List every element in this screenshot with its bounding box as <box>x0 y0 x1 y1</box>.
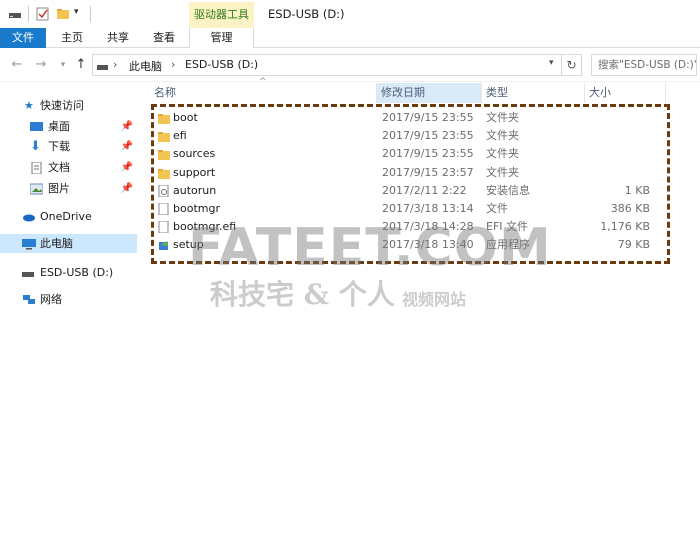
refresh-icon[interactable]: ↻ <box>562 54 582 76</box>
desktop-icon <box>30 120 43 132</box>
nav-label: 文档 <box>48 161 70 174</box>
divider <box>90 6 91 22</box>
nav-label: 下载 <box>48 140 70 153</box>
nav-downloads[interactable]: ⬇ 下载 📌 <box>0 137 137 156</box>
breadcrumb-usb[interactable]: ESD-USB (D:) <box>185 58 258 71</box>
nav-label: 此电脑 <box>40 237 73 250</box>
nav-onedrive[interactable]: OneDrive <box>0 207 137 226</box>
address-bar[interactable]: › 此电脑 › ESD-USB (D:) ▾ <box>92 54 562 76</box>
watermark-subtitle: 视频网站 <box>402 290 467 309</box>
nav-network[interactable]: 网络 <box>0 290 137 309</box>
pin-icon[interactable]: 📌 <box>121 158 133 177</box>
tab-share[interactable]: 共享 <box>98 28 138 48</box>
pin-icon[interactable]: 📌 <box>121 117 133 136</box>
nav-label: 桌面 <box>48 120 70 133</box>
nav-label: OneDrive <box>40 210 92 223</box>
breadcrumb-this-pc[interactable]: 此电脑 <box>129 58 162 74</box>
nav-documents[interactable]: 文档 📌 <box>0 158 137 177</box>
navigation-pane: ★ 快速访问 桌面 📌 ⬇ 下载 📌 文档 📌 图片 📌 OneDrive 此电… <box>0 83 140 555</box>
drive-icon[interactable] <box>8 7 22 21</box>
new-folder-icon[interactable] <box>56 7 70 21</box>
column-divider[interactable] <box>665 83 666 103</box>
nav-label: 图片 <box>48 182 70 195</box>
drive-icon <box>97 61 109 74</box>
back-arrow-icon[interactable]: ← <box>8 56 26 74</box>
breadcrumb-separator: › <box>171 58 176 71</box>
tab-view[interactable]: 查看 <box>144 28 184 48</box>
tab-file[interactable]: 文件 <box>0 28 46 48</box>
drive-icon <box>22 266 35 278</box>
watermark-domain: FATEET.COM <box>188 218 552 278</box>
customize-dropdown-icon[interactable]: ▾ <box>74 7 79 17</box>
forward-arrow-icon[interactable]: → <box>32 56 50 74</box>
properties-icon[interactable] <box>36 7 50 21</box>
column-header-type[interactable]: 类型 <box>482 83 584 103</box>
divider <box>28 6 29 22</box>
column-header-name[interactable]: 名称 <box>150 83 376 103</box>
cloud-icon <box>22 210 35 222</box>
nav-label: 快速访问 <box>40 99 84 112</box>
up-arrow-icon[interactable]: ↑ <box>72 56 90 74</box>
address-row: ← → ▾ ↑ › 此电脑 › ESD-USB (D:) ▾ ↻ 搜索"ESD-… <box>0 48 700 82</box>
recent-locations-icon[interactable]: ▾ <box>54 56 72 74</box>
column-header-date[interactable]: 修改日期 <box>377 83 481 103</box>
nav-desktop[interactable]: 桌面 📌 <box>0 117 137 136</box>
tab-home[interactable]: 主页 <box>50 28 94 48</box>
pin-icon[interactable]: 📌 <box>121 137 133 156</box>
pin-icon[interactable]: 📌 <box>121 179 133 198</box>
column-header-size[interactable]: 大小 <box>585 83 665 103</box>
nav-pictures[interactable]: 图片 📌 <box>0 179 137 198</box>
nav-this-pc[interactable]: 此电脑 <box>0 234 137 253</box>
tab-manage[interactable]: 管理 <box>189 28 254 49</box>
network-icon <box>22 293 35 305</box>
title-bar: ▾ 驱动器工具 ESD-USB (D:) <box>0 0 700 28</box>
nav-label: 网络 <box>40 293 62 306</box>
pictures-icon <box>29 182 44 195</box>
nav-usb-drive[interactable]: ESD-USB (D:) <box>0 263 137 282</box>
download-icon: ⬇ <box>30 139 41 154</box>
search-input[interactable]: 搜索"ESD-USB (D:)" <box>591 54 697 76</box>
context-tab-label: 驱动器工具 <box>189 2 254 28</box>
watermark-slogan: 科技宅 & 个人 <box>210 278 395 311</box>
computer-icon <box>22 237 36 250</box>
window-title: ESD-USB (D:) <box>268 7 345 21</box>
nav-label: ESD-USB (D:) <box>40 266 114 279</box>
ribbon-tabs: 文件 主页 共享 查看 管理 <box>0 28 700 49</box>
nav-quick-access[interactable]: ★ 快速访问 <box>0 96 137 115</box>
address-dropdown-icon[interactable]: ▾ <box>549 58 554 68</box>
documents-icon <box>30 161 43 175</box>
star-icon: ★ <box>24 99 34 112</box>
breadcrumb-separator: › <box>113 58 118 71</box>
